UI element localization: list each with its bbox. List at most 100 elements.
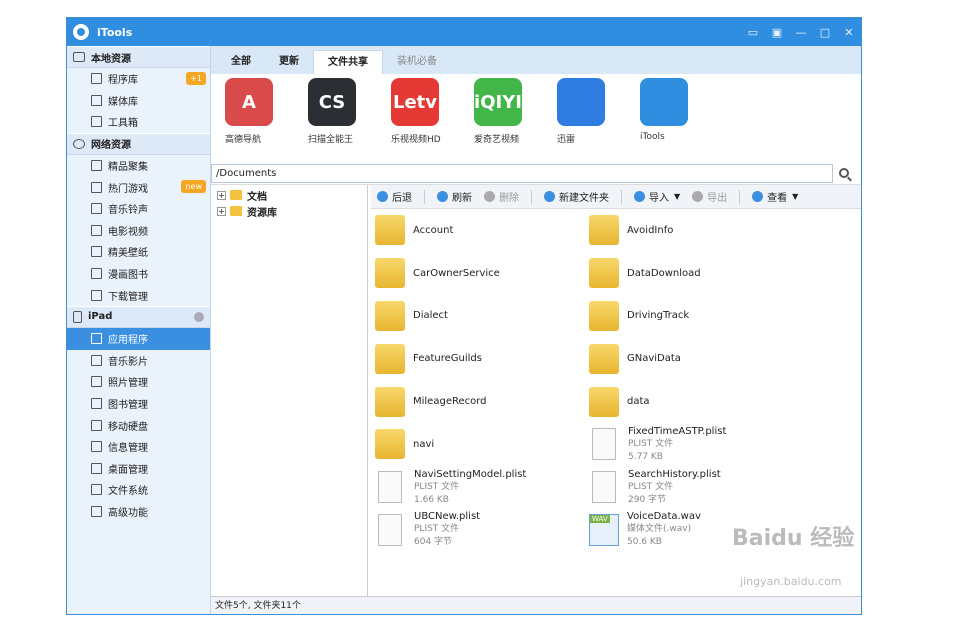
file-name: GNaviData — [627, 353, 681, 365]
file-item[interactable]: FixedTimeASTP.plist PLIST 文件 5.77 KB — [589, 423, 803, 466]
folder-icon — [589, 300, 619, 331]
file-name: SearchHistory.plist — [628, 468, 721, 480]
skin-icon[interactable]: ▣ — [765, 18, 789, 46]
maximize-button[interactable]: □ — [813, 18, 837, 46]
file-name: FixedTimeASTP.plist — [628, 425, 727, 437]
sidebar-item[interactable]: 应用程序 — [67, 327, 210, 350]
sidebar-item[interactable]: 图书管理 — [67, 393, 210, 415]
folder-item[interactable]: DataDownload — [589, 252, 803, 295]
view-button[interactable]: 查看 ▼ — [752, 189, 798, 204]
import-button[interactable]: 导入 ▼ — [634, 189, 680, 204]
file-info: Dialect — [413, 309, 448, 322]
sidebar-item[interactable]: 精品聚集 — [67, 155, 210, 177]
app-icon — [640, 78, 688, 126]
sidebar-item[interactable]: 文件系统 — [67, 479, 210, 501]
delete-button[interactable]: 删除 — [484, 189, 519, 204]
sidebar-item[interactable]: 信息管理 — [67, 436, 210, 458]
file-name: AvoidInfo — [627, 224, 674, 236]
app-name: iTools — [640, 132, 665, 142]
sidebar-item[interactable]: 精美壁纸 — [67, 241, 210, 263]
toolbar-divider — [621, 189, 622, 204]
shared-app-tile[interactable]: Letv 乐视视频HD — [391, 78, 474, 164]
toolbar-divider — [424, 189, 425, 204]
sidebar-item[interactable]: 音乐影片 — [67, 350, 210, 372]
file-toolbar: 后退 刷新 删除 新建文件夹 导入 ▼ 导出 查看 ▼ — [371, 185, 861, 209]
back-icon — [377, 191, 388, 202]
tab-essentials[interactable]: 装机必备 — [383, 50, 451, 74]
sidebar-item[interactable]: 下载管理 — [67, 284, 210, 306]
sidebar-item[interactable]: 漫画图书 — [67, 263, 210, 285]
back-button[interactable]: 后退 — [377, 189, 412, 204]
sidebar-item-icon — [91, 116, 102, 128]
sidebar-item[interactable]: 电影视频 — [67, 220, 210, 242]
tab-updates[interactable]: 更新 — [265, 50, 313, 74]
file-type: PLIST 文件 — [628, 438, 674, 449]
sidebar-item[interactable]: 桌面管理 — [67, 458, 210, 480]
tab-all[interactable]: 全部 — [217, 50, 265, 74]
tab-file-sharing[interactable]: 文件共享 — [313, 50, 383, 74]
export-button[interactable]: 导出 — [692, 189, 727, 204]
file-info: DrivingTrack — [627, 309, 689, 322]
tree-node-library[interactable]: + 资源库 — [211, 203, 367, 219]
path-bar — [211, 162, 861, 184]
sidebar-item-icon — [91, 419, 102, 431]
folder-item[interactable]: AvoidInfo — [589, 209, 803, 252]
file-item[interactable]: SearchHistory.plist PLIST 文件 290 字节 — [589, 466, 803, 509]
folder-item[interactable]: data — [589, 380, 803, 423]
shared-app-tile[interactable]: iTools — [640, 78, 723, 164]
folder-item[interactable]: DrivingTrack — [589, 295, 803, 338]
folder-item[interactable]: GNaviData — [589, 337, 803, 380]
file-item[interactable]: NaviSettingModel.plist PLIST 文件 1.66 KB — [375, 466, 589, 509]
close-button[interactable]: ✕ — [837, 18, 861, 46]
shared-app-tile[interactable]: iQIYI 爱奇艺视频 — [474, 78, 557, 164]
folder-item[interactable]: CarOwnerService — [375, 252, 589, 295]
sidebar-item-icon — [91, 160, 102, 172]
sidebar-item[interactable]: 媒体库 — [67, 90, 210, 112]
search-button[interactable] — [833, 163, 855, 183]
expand-icon[interactable]: + — [217, 190, 226, 200]
title-bar[interactable]: iTools ▭ ▣ — □ ✕ — [67, 18, 861, 46]
sidebar: 本地资源 程序库 +1 媒体库 工具箱 网络资源 精品聚集 热门游戏 new 音乐铃声 电影视… — [67, 46, 211, 614]
minimize-button[interactable]: — — [789, 18, 813, 46]
sidebar-item[interactable]: 热门游戏 new — [67, 176, 210, 198]
sidebar-item[interactable]: 高级功能 — [67, 501, 210, 523]
refresh-button[interactable]: 刷新 — [437, 189, 472, 204]
collapse-icon[interactable] — [194, 311, 204, 322]
folder-item[interactable]: MileageRecord — [375, 380, 589, 423]
shared-app-tile[interactable]: A 高德导航 — [225, 78, 308, 164]
folder-item[interactable]: Dialect — [375, 295, 589, 338]
app-icon: iQIYI — [474, 78, 522, 126]
sidebar-item-icon — [91, 376, 102, 388]
view-icon — [752, 191, 764, 202]
file-name: navi — [413, 438, 435, 450]
feedback-icon[interactable]: ▭ — [741, 18, 765, 46]
path-input[interactable] — [211, 163, 833, 183]
toolbar-divider — [739, 189, 741, 204]
tablet-icon — [73, 310, 82, 323]
folder-item[interactable]: navi — [375, 423, 589, 466]
sidebar-item-label: 信息管理 — [108, 443, 148, 455]
tree-node-documents[interactable]: + 文档 — [211, 187, 367, 203]
sidebar-item[interactable]: 移动硬盘 — [67, 414, 210, 436]
file-size: 50.6 KB — [627, 537, 662, 548]
file-name: Dialect — [413, 310, 448, 322]
sidebar-item[interactable]: 工具箱 — [67, 111, 210, 133]
folder-item[interactable]: FeatureGuilds — [375, 337, 589, 380]
export-icon — [692, 191, 704, 202]
file-info: FixedTimeASTP.plist PLIST 文件 5.77 KB — [628, 425, 726, 464]
expand-icon[interactable]: + — [217, 206, 226, 216]
app-icon: CS — [308, 78, 356, 126]
monitor-icon — [73, 52, 85, 62]
file-item[interactable]: UBCNew.plist PLIST 文件 604 字节 — [375, 509, 589, 552]
file-type: PLIST 文件 — [414, 524, 460, 535]
shared-app-tile[interactable]: CS 扫描全能王 — [308, 78, 391, 164]
sidebar-item[interactable]: 音乐铃声 — [67, 198, 210, 220]
shared-app-tile[interactable]: 迅雷 — [557, 78, 640, 164]
file-grid: Account AvoidInfo CarOwnerService DataDownl… — [371, 209, 861, 551]
sidebar-item[interactable]: 照片管理 — [67, 371, 210, 393]
new-folder-button[interactable]: 新建文件夹 — [544, 189, 609, 204]
sidebar-item-icon — [91, 354, 102, 366]
folder-item[interactable]: Account — [375, 209, 589, 252]
sidebar-item-icon — [91, 289, 102, 301]
sidebar-item[interactable]: 程序库 +1 — [67, 68, 210, 90]
